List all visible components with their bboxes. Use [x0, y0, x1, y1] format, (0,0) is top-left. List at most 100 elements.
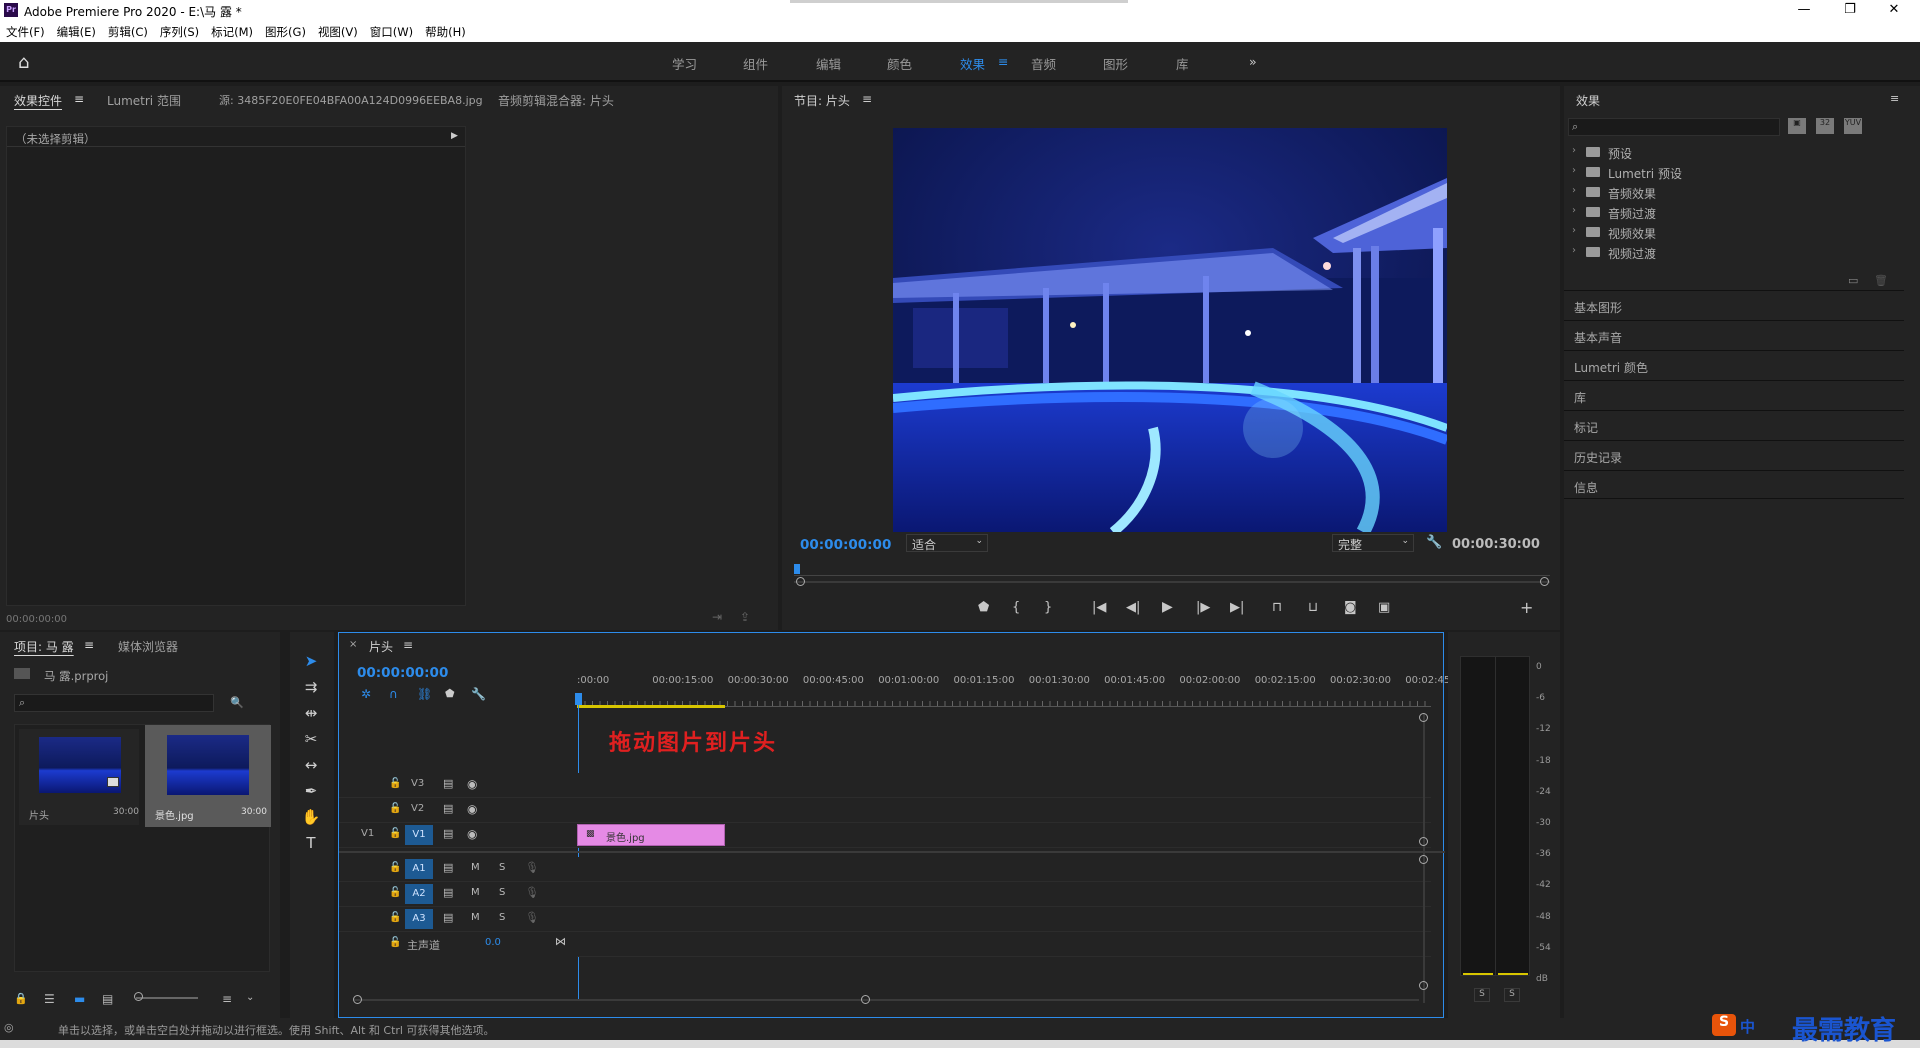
workspace-tab-assembly[interactable]: 组件: [743, 54, 768, 73]
track-label[interactable]: V1: [405, 825, 433, 845]
film-sync-icon[interactable]: ▤: [443, 827, 453, 840]
extract-icon[interactable]: ⊔: [1308, 600, 1318, 615]
vscroll-handle-audio[interactable]: [1419, 855, 1428, 864]
effects-folder-audio-effects[interactable]: › 音频效果: [1564, 182, 1894, 202]
track-label[interactable]: A1: [405, 859, 433, 879]
menu-markers[interactable]: 标记(M): [205, 20, 259, 40]
effects-folder-video-transitions[interactable]: › 视频过渡: [1564, 242, 1894, 262]
restore-button[interactable]: ❐: [1836, 2, 1864, 18]
eye-icon[interactable]: ◉: [467, 827, 477, 841]
program-playhead[interactable]: [794, 564, 800, 574]
mute-button[interactable]: M: [471, 912, 480, 923]
vscroll-handle-top[interactable]: [1419, 713, 1428, 722]
lock-icon[interactable]: 🔒: [14, 992, 28, 1005]
horizontal-scrollbar[interactable]: [353, 999, 1419, 1001]
tab-source[interactable]: 源: 3485F20E0FE04BFA00A124D0996EEBA8.jpg: [219, 92, 483, 108]
panel-history[interactable]: 历史记录: [1564, 440, 1904, 469]
eye-icon[interactable]: ◉: [467, 802, 477, 816]
source-patch-label[interactable]: V1: [361, 828, 374, 839]
snap-magnet-icon[interactable]: ∩: [389, 687, 398, 701]
workspace-menu-icon[interactable]: ≡: [998, 54, 1008, 69]
accelerated-effects-icon[interactable]: ▣: [1788, 118, 1806, 134]
zoom-handle-left[interactable]: [796, 577, 805, 586]
program-monitor-menu-icon[interactable]: ≡: [862, 92, 872, 106]
film-sync-icon[interactable]: ▤: [443, 911, 453, 924]
add-button-icon[interactable]: +: [1520, 598, 1533, 617]
step-forward-icon[interactable]: |▶: [1196, 600, 1210, 615]
hand-tool-icon[interactable]: ✋: [300, 808, 322, 830]
solo-button[interactable]: S: [499, 912, 505, 923]
go-to-in-icon[interactable]: |◀: [1092, 600, 1106, 615]
track-label[interactable]: A3: [405, 909, 433, 929]
sequence-menu-icon[interactable]: ≡: [403, 638, 413, 652]
freeform-view-icon[interactable]: ▤: [102, 992, 113, 1006]
workspace-tab-graphics[interactable]: 图形: [1103, 54, 1128, 73]
program-mini-ruler[interactable]: [794, 566, 1550, 576]
fit-dropdown[interactable]: 适合 ⌄: [906, 534, 988, 552]
microphone-icon[interactable]: 🎙: [525, 911, 539, 924]
workspace-tab-audio[interactable]: 音频: [1031, 54, 1056, 73]
effects-folder-lumetri-presets[interactable]: › Lumetri 预设: [1564, 162, 1894, 182]
menu-edit[interactable]: 编辑(E): [51, 20, 102, 40]
microphone-icon[interactable]: 🎙: [525, 886, 539, 899]
work-area-bar[interactable]: [577, 705, 725, 708]
master-volume-value[interactable]: 0.0: [485, 937, 501, 948]
menu-view[interactable]: 视图(V): [312, 20, 364, 40]
step-back-icon[interactable]: ◀|: [1126, 600, 1140, 615]
timeline-playhead-handle[interactable]: [575, 693, 582, 705]
film-sync-icon[interactable]: ▤: [443, 777, 453, 790]
menu-file[interactable]: 文件(F): [0, 20, 51, 40]
lock-icon[interactable]: 🔓: [389, 912, 401, 923]
track-header-a3[interactable]: 🔓 A3 ▤ M S 🎙: [339, 907, 577, 932]
icon-view-icon[interactable]: ▬: [74, 992, 85, 1006]
slider-handle[interactable]: [134, 992, 143, 1001]
panel-essential-sound[interactable]: 基本声音: [1564, 320, 1904, 349]
video-audio-divider[interactable]: [339, 851, 1445, 853]
tab-project[interactable]: 项目: 马 露: [14, 638, 74, 655]
track-header-v3[interactable]: 🔓 V3 ▤ ◉: [339, 773, 577, 798]
export-frame-icon[interactable]: ⇥: [712, 610, 722, 624]
master-track-header[interactable]: 🔓 主声道 0.0 ⋈: [339, 932, 577, 957]
menu-window[interactable]: 窗口(W): [364, 20, 419, 40]
eye-icon[interactable]: ◉: [467, 777, 477, 791]
project-search-input[interactable]: ⌕: [14, 694, 214, 712]
go-to-end-icon[interactable]: ⋈: [555, 935, 566, 948]
mark-in-icon[interactable]: {: [1012, 600, 1020, 615]
solo-button[interactable]: S: [499, 887, 505, 898]
track-header-v1[interactable]: V1 🔓 V1 ▤ ◉: [339, 823, 577, 848]
film-sync-icon[interactable]: ▤: [443, 802, 453, 815]
effects-search-input[interactable]: ⌕: [1568, 118, 1780, 136]
workspace-more-button[interactable]: »: [1249, 54, 1257, 69]
add-marker-icon[interactable]: ⬟: [978, 600, 989, 615]
program-video-frame[interactable]: [893, 128, 1447, 532]
linked-selection-icon[interactable]: ⛓: [417, 687, 432, 701]
close-window-button[interactable]: ✕: [1880, 2, 1908, 18]
tab-media-browser[interactable]: 媒体浏览器: [118, 638, 178, 655]
mute-button[interactable]: M: [471, 862, 480, 873]
effects-folder-audio-transitions[interactable]: › 音频过渡: [1564, 202, 1894, 222]
panel-essential-graphics[interactable]: 基本图形: [1564, 290, 1904, 319]
delete-icon[interactable]: 🗑: [1874, 274, 1888, 287]
play-icon[interactable]: ▶: [1162, 599, 1173, 615]
effects-panel-title[interactable]: 效果: [1576, 92, 1600, 109]
quality-dropdown[interactable]: 完整 ⌄: [1332, 534, 1414, 552]
project-item-sequence[interactable]: 片头 30:00: [19, 729, 139, 825]
panel-lumetri-color[interactable]: Lumetri 颜色: [1564, 350, 1904, 379]
share-icon[interactable]: ⇪: [740, 610, 750, 624]
menu-sequence[interactable]: 序列(S): [154, 20, 205, 40]
timeline-clip-jingse[interactable]: ▩ 景色.jpg: [577, 824, 725, 846]
workspace-tab-effects[interactable]: 效果: [960, 54, 985, 73]
zoom-handle-right[interactable]: [1540, 577, 1549, 586]
lock-icon[interactable]: 🔓: [389, 937, 401, 948]
type-tool-icon[interactable]: T: [300, 834, 322, 856]
effects-panel-menu-icon[interactable]: ≡: [1890, 92, 1899, 105]
home-icon[interactable]: ⌂: [18, 52, 29, 73]
close-sequence-icon[interactable]: ×: [349, 639, 357, 650]
vscroll-handle-bottom[interactable]: [1419, 981, 1428, 990]
new-bin-icon[interactable]: ▭: [1848, 274, 1858, 287]
tab-effect-controls[interactable]: 效果控件: [14, 92, 62, 109]
tab-audio-clip-mixer[interactable]: 音频剪辑混合器: 片头: [498, 92, 614, 109]
lock-icon[interactable]: 🔓: [389, 778, 401, 789]
list-view-icon[interactable]: ☰: [44, 992, 55, 1006]
effects-folder-presets[interactable]: › 预设: [1564, 142, 1894, 162]
